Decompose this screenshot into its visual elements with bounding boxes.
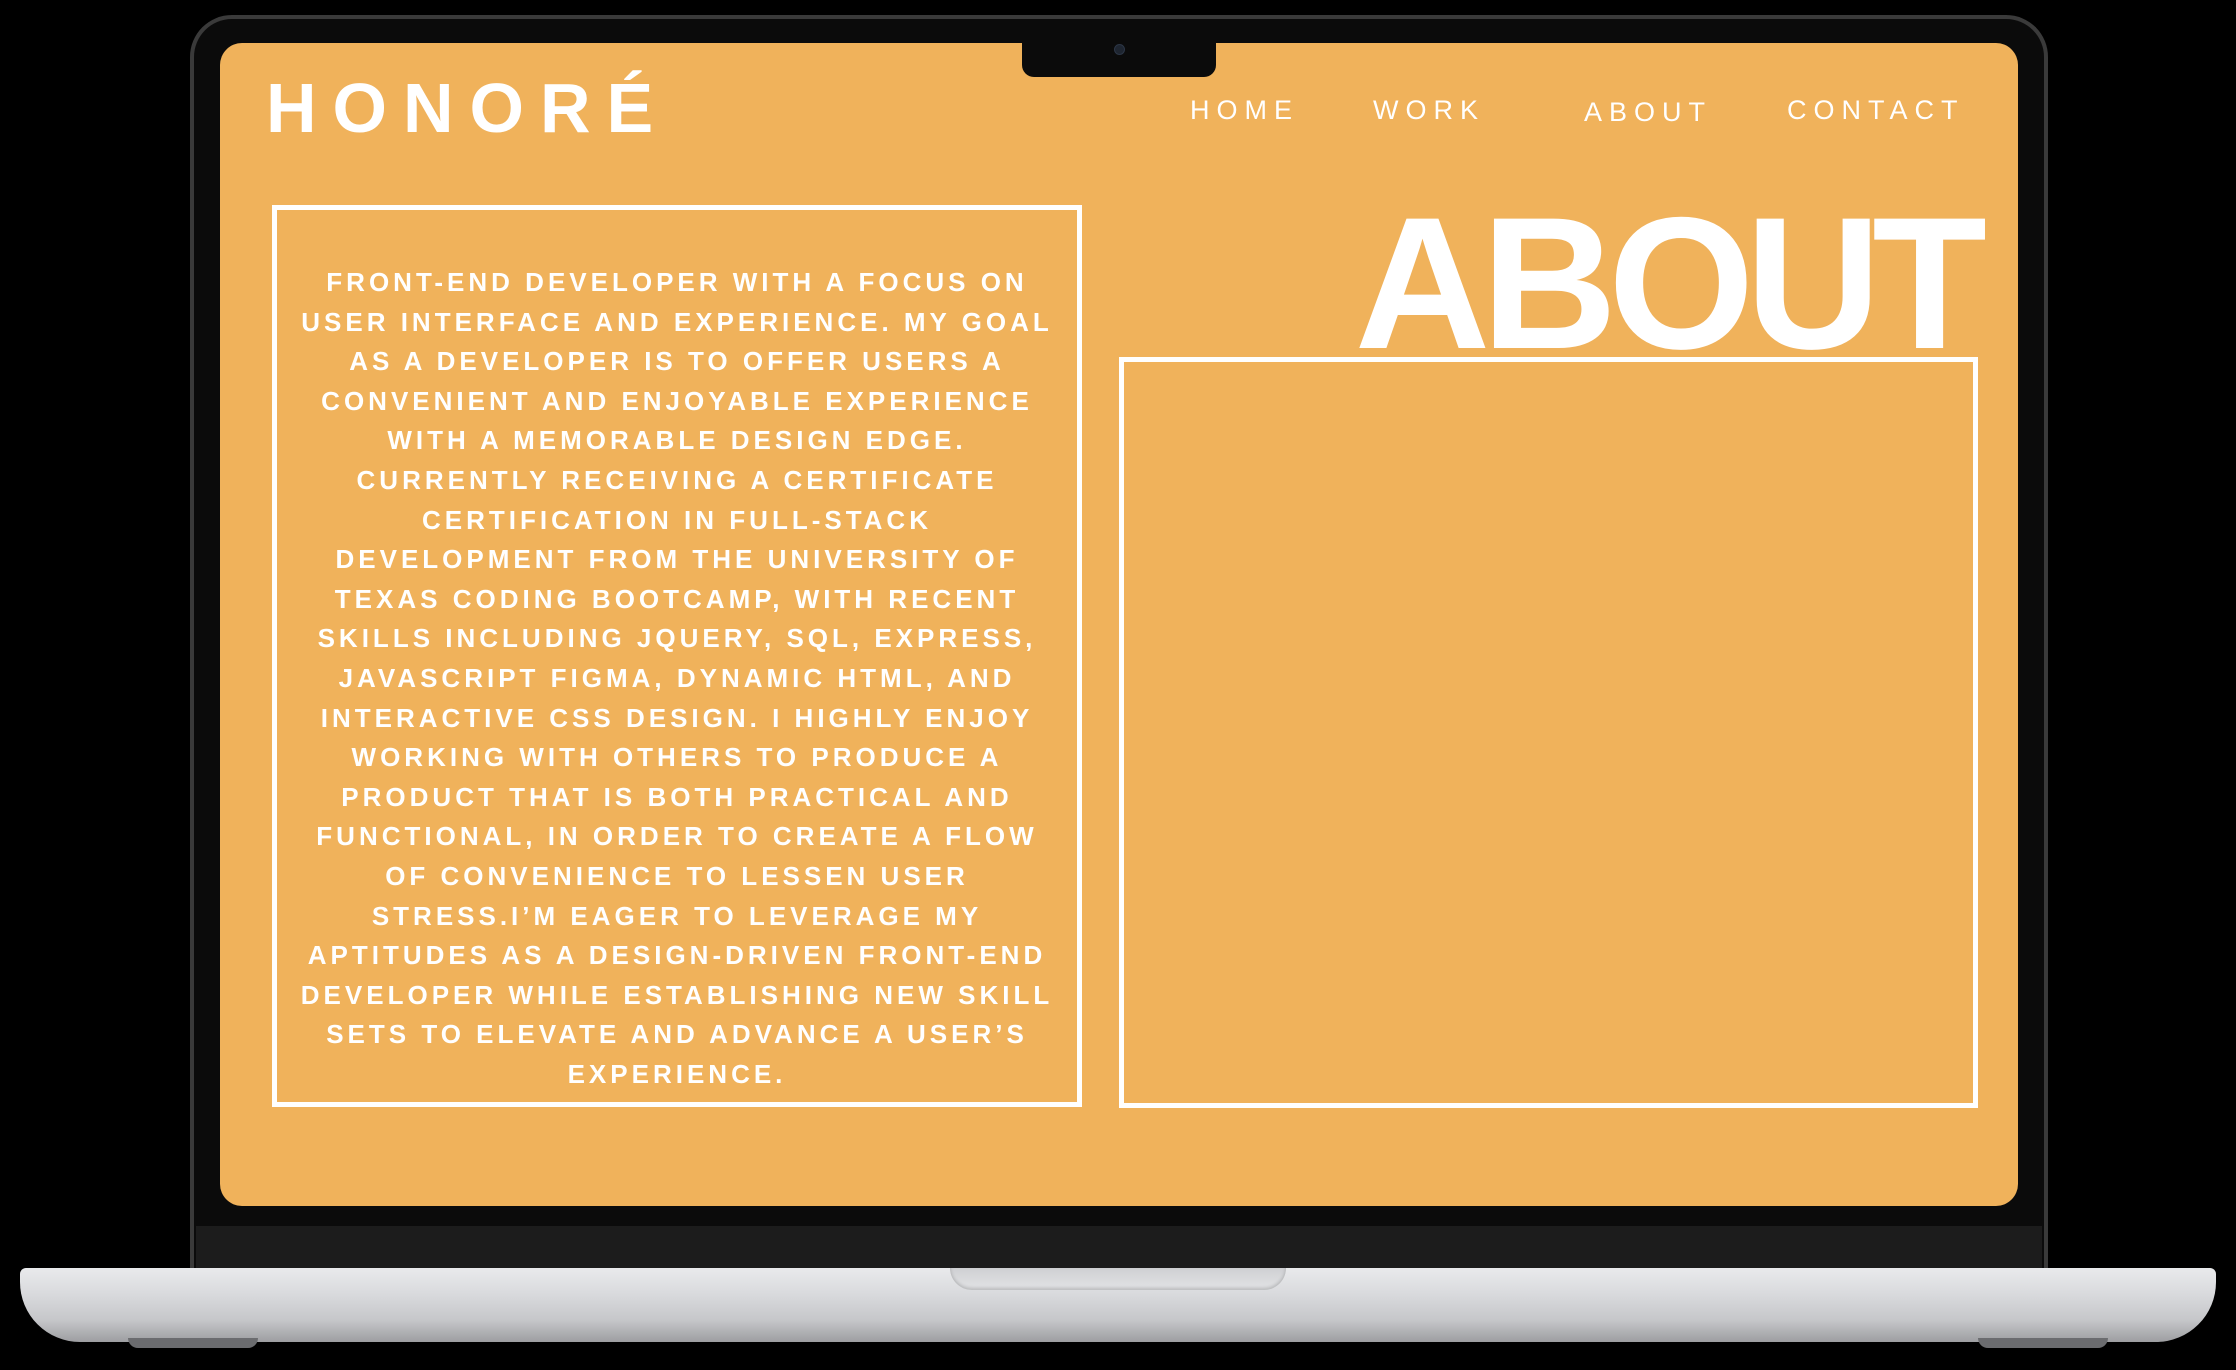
nav-about-link[interactable]: ABOUT xyxy=(1584,99,1712,126)
website-screen: HONORÉ HOME WORK ABOUT CONTACT FRONT-END… xyxy=(220,43,2018,1206)
trackpad-notch xyxy=(950,1268,1286,1290)
bio-box: FRONT-END DEVELOPER WITH A FOCUS ON USER… xyxy=(272,205,1082,1107)
nav-home-link[interactable]: HOME xyxy=(1190,97,1299,124)
nav-contact-link[interactable]: CONTACT xyxy=(1787,97,1965,124)
photo-placeholder xyxy=(1119,357,1978,1108)
bio-text: FRONT-END DEVELOPER WITH A FOCUS ON USER… xyxy=(300,267,1054,1089)
laptop-hinge xyxy=(196,1226,2042,1270)
nav-work-link[interactable]: WORK xyxy=(1373,97,1485,124)
camera-icon xyxy=(1114,44,1125,55)
about-heading: ABOUT xyxy=(1354,178,1987,388)
main-nav: HOME WORK ABOUT CONTACT xyxy=(220,95,2018,135)
laptop-foot-left xyxy=(128,1338,258,1348)
laptop-foot-right xyxy=(1978,1338,2108,1348)
laptop-mockup: HONORÉ HOME WORK ABOUT CONTACT FRONT-END… xyxy=(0,0,2236,1370)
